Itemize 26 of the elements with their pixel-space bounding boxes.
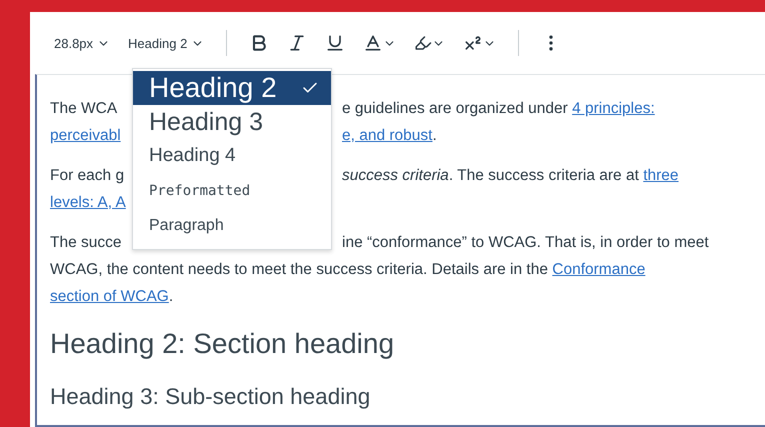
heading-text: Heading 3: Sub-section heading [50, 384, 372, 410]
font-size-dropdown[interactable]: 28.8px [48, 32, 116, 54]
text-link[interactable]: Conformance [552, 260, 646, 278]
text-link[interactable]: three [643, 166, 679, 184]
block-format-dropdown[interactable]: Heading 2 [122, 32, 210, 54]
paragraph-text: The WCA [50, 100, 118, 116]
heading-text: Heading 2: Section heading [50, 328, 396, 360]
menu-option[interactable]: Heading 3 [133, 105, 331, 139]
menu-option[interactable]: Paragraph [133, 209, 331, 243]
paragraph-text: WCAG, the content needs to meet the success criteria. Details are in the [50, 260, 549, 278]
paragraph-text: For each g [50, 166, 124, 184]
text-link[interactable]: 4 principles: [572, 100, 655, 116]
menu-option[interactable]: Heading 2 [133, 71, 331, 105]
text-link[interactable]: e, and robust [342, 126, 432, 144]
paragraph-text: ine “conformance” to WCAG. That is, in order to meet [342, 234, 709, 250]
paragraph-text: The succe [50, 234, 122, 250]
menu-option[interactable]: Preformatted [133, 173, 331, 209]
text-link[interactable]: section of WCAG [50, 288, 169, 304]
menu-option[interactable]: Heading 4 [133, 139, 331, 173]
paragraph-text: . [168, 288, 174, 304]
paragraph-text: e guidelines are organized under [342, 100, 569, 116]
italic-text: success criteria [342, 166, 449, 184]
text-link[interactable]: levels: A, A [50, 194, 126, 210]
paragraph-text: . [432, 126, 437, 144]
text-link[interactable]: perceivabl [50, 126, 121, 144]
paragraph-text: . The success criteria are at [448, 166, 640, 184]
